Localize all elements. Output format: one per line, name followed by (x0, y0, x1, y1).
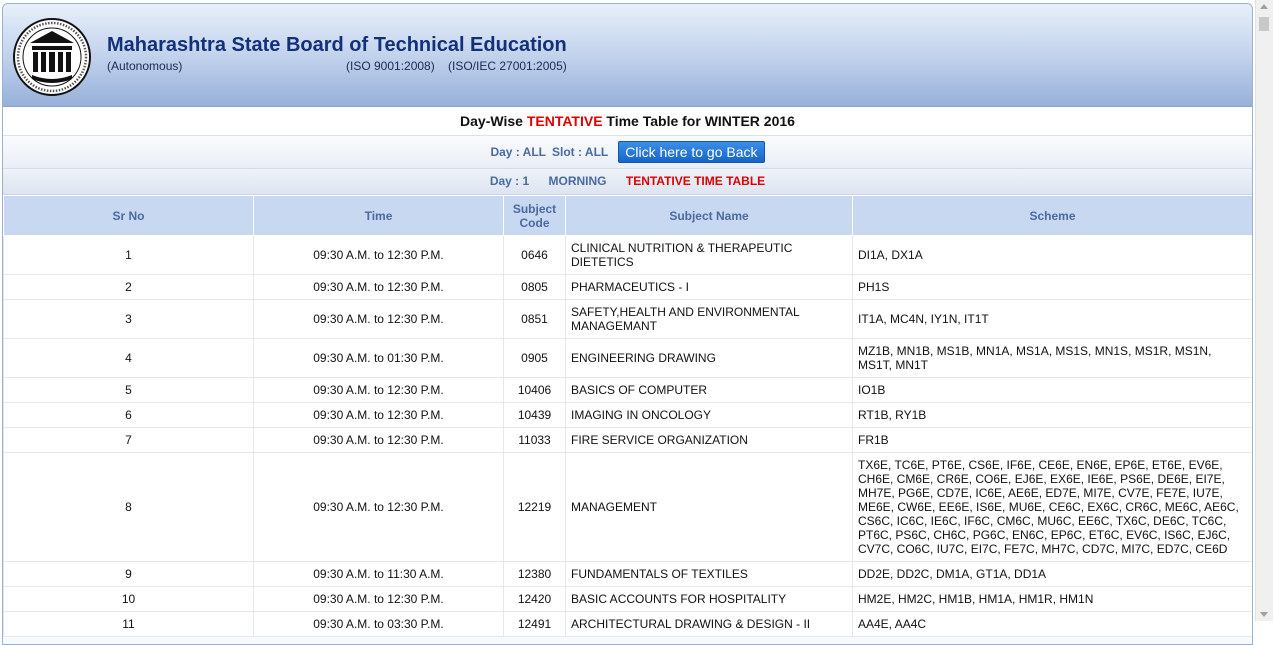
table-row: 10 09:30 A.M. to 12:30 P.M. 12420 BASIC … (3, 586, 1252, 612)
timetable-header-row: Sr No Time Subject Code Subject Name Sch… (3, 195, 1252, 236)
cell-subject: CLINICAL NUTRITION & THERAPEUTIC DIETETI… (565, 235, 853, 275)
cell-code: 0851 (503, 299, 566, 339)
cell-code: 12420 (503, 586, 566, 612)
cell-sr: 8 (3, 452, 254, 562)
site-header: Maharashtra State Board of Technical Edu… (3, 4, 1252, 107)
table-row: 3 09:30 A.M. to 12:30 P.M. 0851 SAFETY,H… (3, 299, 1252, 339)
header-subject-code: Subject Code (503, 195, 566, 236)
cell-subject: SAFETY,HEALTH AND ENVIRONMENTAL MANAGEMA… (565, 299, 853, 339)
cell-scheme: IO1B (852, 377, 1252, 403)
cell-time: 09:30 A.M. to 12:30 P.M. (253, 235, 504, 275)
cell-code: 11033 (503, 427, 566, 453)
cell-sr: 4 (3, 338, 254, 378)
cell-code: 0646 (503, 235, 566, 275)
cell-scheme: PH1S (852, 274, 1252, 300)
cell-time: 09:30 A.M. to 12:30 P.M. (253, 452, 504, 562)
title-suffix: Time Table for WINTER 2016 (602, 113, 795, 129)
cell-code: 10406 (503, 377, 566, 403)
table-row: 8 09:30 A.M. to 12:30 P.M. 12219 MANAGEM… (3, 452, 1252, 562)
cell-code: 0805 (503, 274, 566, 300)
cell-subject: BASIC ACCOUNTS FOR HOSPITALITY (565, 586, 853, 612)
tentative-tag: TENTATIVE TIME TABLE (625, 174, 766, 188)
iso-27001-label: (ISO/IEC 27001:2005) (448, 59, 567, 73)
cell-scheme: DD2E, DD2C, DM1A, GT1A, DD1A (852, 561, 1252, 587)
filter-bar: Day : ALL Slot : ALL Click here to go Ba… (3, 136, 1252, 169)
cell-subject: BASICS OF COMPUTER (565, 377, 853, 403)
cell-time: 09:30 A.M. to 12:30 P.M. (253, 274, 504, 300)
timetable: Sr No Time Subject Code Subject Name Sch… (3, 195, 1252, 637)
table-row: 6 09:30 A.M. to 12:30 P.M. 10439 IMAGING… (3, 402, 1252, 428)
table-row: 2 09:30 A.M. to 12:30 P.M. 0805 PHARMACE… (3, 274, 1252, 300)
cell-subject: PHARMACEUTICS - I (565, 274, 853, 300)
cell-time: 09:30 A.M. to 01:30 P.M. (253, 338, 504, 378)
day-filter-label: Day : ALL (490, 145, 547, 159)
header-time: Time (253, 195, 504, 236)
header-scheme: Scheme (852, 195, 1252, 236)
cell-scheme: AA4E, AA4C (852, 611, 1252, 637)
cell-scheme: TX6E, TC6E, PT6E, CS6E, IF6E, CE6E, EN6E… (852, 452, 1252, 562)
msbte-seal-logo (13, 18, 91, 96)
org-title: Maharashtra State Board of Technical Edu… (107, 34, 567, 56)
table-row: 7 09:30 A.M. to 12:30 P.M. 11033 FIRE SE… (3, 427, 1252, 453)
table-row: 11 09:30 A.M. to 03:30 P.M. 12491 ARCHIT… (3, 611, 1252, 637)
cell-sr: 6 (3, 402, 254, 428)
vertical-scrollbar[interactable] (1255, 0, 1273, 621)
cell-code: 0905 (503, 338, 566, 378)
cell-subject: ARCHITECTURAL DRAWING & DESIGN - II (565, 611, 853, 637)
cell-scheme: IT1A, MC4N, IY1N, IT1T (852, 299, 1252, 339)
cell-time: 09:30 A.M. to 12:30 P.M. (253, 299, 504, 339)
page-title: Day-Wise TENTATIVE Time Table for WINTER… (3, 107, 1252, 136)
table-row: 5 09:30 A.M. to 12:30 P.M. 10406 BASICS … (3, 377, 1252, 403)
cell-code: 12219 (503, 452, 566, 562)
cell-code: 10439 (503, 402, 566, 428)
table-row: 9 09:30 A.M. to 11:30 A.M. 12380 FUNDAME… (3, 561, 1252, 587)
header-subject-name: Subject Name (565, 195, 853, 236)
cell-time: 09:30 A.M. to 11:30 A.M. (253, 561, 504, 587)
cell-code: 12491 (503, 611, 566, 637)
cell-sr: 9 (3, 561, 254, 587)
cell-sr: 1 (3, 235, 254, 275)
scroll-down-icon[interactable] (1260, 612, 1268, 617)
title-prefix: Day-Wise (460, 113, 527, 129)
cell-time: 09:30 A.M. to 12:30 P.M. (253, 377, 504, 403)
day-label: Day : 1 (489, 174, 530, 188)
cell-scheme: RT1B, RY1B (852, 402, 1252, 428)
slot-filter-label: Slot : ALL (552, 145, 609, 159)
cell-scheme: MZ1B, MN1B, MS1B, MN1A, MS1A, MS1S, MN1S… (852, 338, 1252, 378)
cell-code: 12380 (503, 561, 566, 587)
day-info-bar: Day : 1 MORNING TENTATIVE TIME TABLE (3, 169, 1252, 195)
cell-scheme: HM2E, HM2C, HM1B, HM1A, HM1R, HM1N (852, 586, 1252, 612)
cell-time: 09:30 A.M. to 12:30 P.M. (253, 586, 504, 612)
cell-sr: 3 (3, 299, 254, 339)
cell-sr: 2 (3, 274, 254, 300)
autonomous-label: (Autonomous) (107, 59, 183, 73)
cell-subject: MANAGEMENT (565, 452, 853, 562)
cell-subject: IMAGING IN ONCOLOGY (565, 402, 853, 428)
cell-sr: 5 (3, 377, 254, 403)
cell-sr: 7 (3, 427, 254, 453)
cell-time: 09:30 A.M. to 12:30 P.M. (253, 402, 504, 428)
cell-sr: 10 (3, 586, 254, 612)
table-row: 1 09:30 A.M. to 12:30 P.M. 0646 CLINICAL… (3, 235, 1252, 275)
go-back-button[interactable]: Click here to go Back (618, 141, 765, 163)
title-tentative: TENTATIVE (526, 113, 603, 129)
scroll-up-icon[interactable] (1260, 4, 1268, 9)
cell-scheme: DI1A, DX1A (852, 235, 1252, 275)
session-label: MORNING (548, 174, 607, 188)
cell-subject: ENGINEERING DRAWING (565, 338, 853, 378)
header-sr-no: Sr No (3, 195, 254, 236)
cell-subject: FIRE SERVICE ORGANIZATION (565, 427, 853, 453)
cell-scheme: FR1B (852, 427, 1252, 453)
cell-sr: 11 (3, 611, 254, 637)
iso-9001-label: (ISO 9001:2008) (346, 59, 435, 73)
cell-time: 09:30 A.M. to 03:30 P.M. (253, 611, 504, 637)
cell-subject: FUNDAMENTALS OF TEXTILES (565, 561, 853, 587)
table-row: 4 09:30 A.M. to 01:30 P.M. 0905 ENGINEER… (3, 338, 1252, 378)
scrollbar-thumb[interactable] (1259, 17, 1269, 31)
cell-time: 09:30 A.M. to 12:30 P.M. (253, 427, 504, 453)
page-frame: Maharashtra State Board of Technical Edu… (2, 3, 1253, 645)
